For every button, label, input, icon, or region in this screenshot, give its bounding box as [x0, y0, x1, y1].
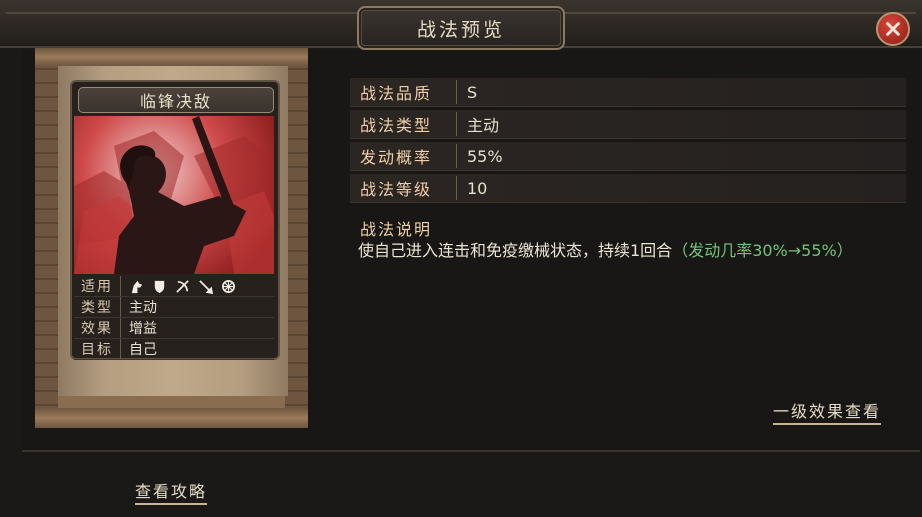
level-one-effect-link[interactable]: 一级效果查看: [773, 398, 882, 425]
description-text: 使自己进入连击和免疫缴械状态，持续1回合（发动几率30%→55%）: [358, 236, 906, 265]
stat-row-target: 目标 自己: [74, 339, 274, 360]
info-value-level: 10: [467, 178, 488, 198]
stat-value-type: 主动: [129, 300, 157, 316]
scroll-edge-left: [35, 56, 58, 408]
cavalry-icon: [131, 280, 143, 293]
stat-row-effect: 效果 增益: [74, 318, 274, 339]
skill-artwork: [74, 116, 274, 274]
info-row-probability: 发动概率 55%: [350, 142, 906, 171]
skill-name: 临锋决敌: [139, 92, 212, 111]
stat-value-target: 自己: [129, 342, 157, 358]
info-label-level: 战法等级: [350, 176, 457, 200]
info-label-quality: 战法品质: [350, 80, 457, 104]
info-value-quality: S: [467, 82, 478, 102]
info-row-type: 战法类型 主动: [350, 110, 906, 139]
description-main: 使自己进入连击和免疫缴械状态，持续1回合: [358, 241, 673, 260]
stat-value-effect: 增益: [129, 321, 157, 337]
warrior-silhouette-image: [74, 116, 274, 274]
info-row-quality: 战法品质 S: [350, 78, 906, 107]
divider: [22, 450, 920, 452]
troop-type-icons: [121, 279, 236, 294]
stat-label-applicable: 适用: [74, 276, 121, 296]
skill-card-stats: 适用 类型 主动 效果 增益 目标 自己: [74, 276, 274, 360]
info-label-type: 战法类型: [350, 112, 457, 136]
close-icon: [886, 22, 900, 36]
description-probability-growth: （发动几率30%→55%）: [672, 241, 853, 260]
skill-card-title: 临锋决敌: [78, 87, 274, 113]
close-button[interactable]: [876, 12, 910, 46]
view-strategy-link[interactable]: 查看攻略: [135, 478, 208, 505]
spear-icon: [199, 279, 213, 294]
info-row-level: 战法等级 10: [350, 174, 906, 203]
info-value-type: 主动: [467, 116, 500, 135]
shield-icon: [154, 280, 165, 293]
window-title: 战法预览: [416, 18, 505, 41]
info-label-probability: 发动概率: [350, 144, 457, 168]
siege-icon: [222, 279, 235, 293]
stat-row-applicable: 适用: [74, 276, 274, 297]
info-value-probability: 55%: [467, 146, 503, 166]
stat-label-type: 类型: [74, 297, 121, 317]
scroll-edge-right: [285, 56, 308, 408]
bow-icon: [176, 279, 189, 293]
stat-label-effect: 效果: [74, 318, 121, 338]
scroll-roller-bottom: [35, 408, 308, 428]
stat-row-type: 类型 主动: [74, 297, 274, 318]
scroll-roller-top: [35, 48, 308, 66]
window-title-plate: 战法预览: [357, 6, 565, 50]
stat-label-target: 目标: [74, 339, 121, 359]
